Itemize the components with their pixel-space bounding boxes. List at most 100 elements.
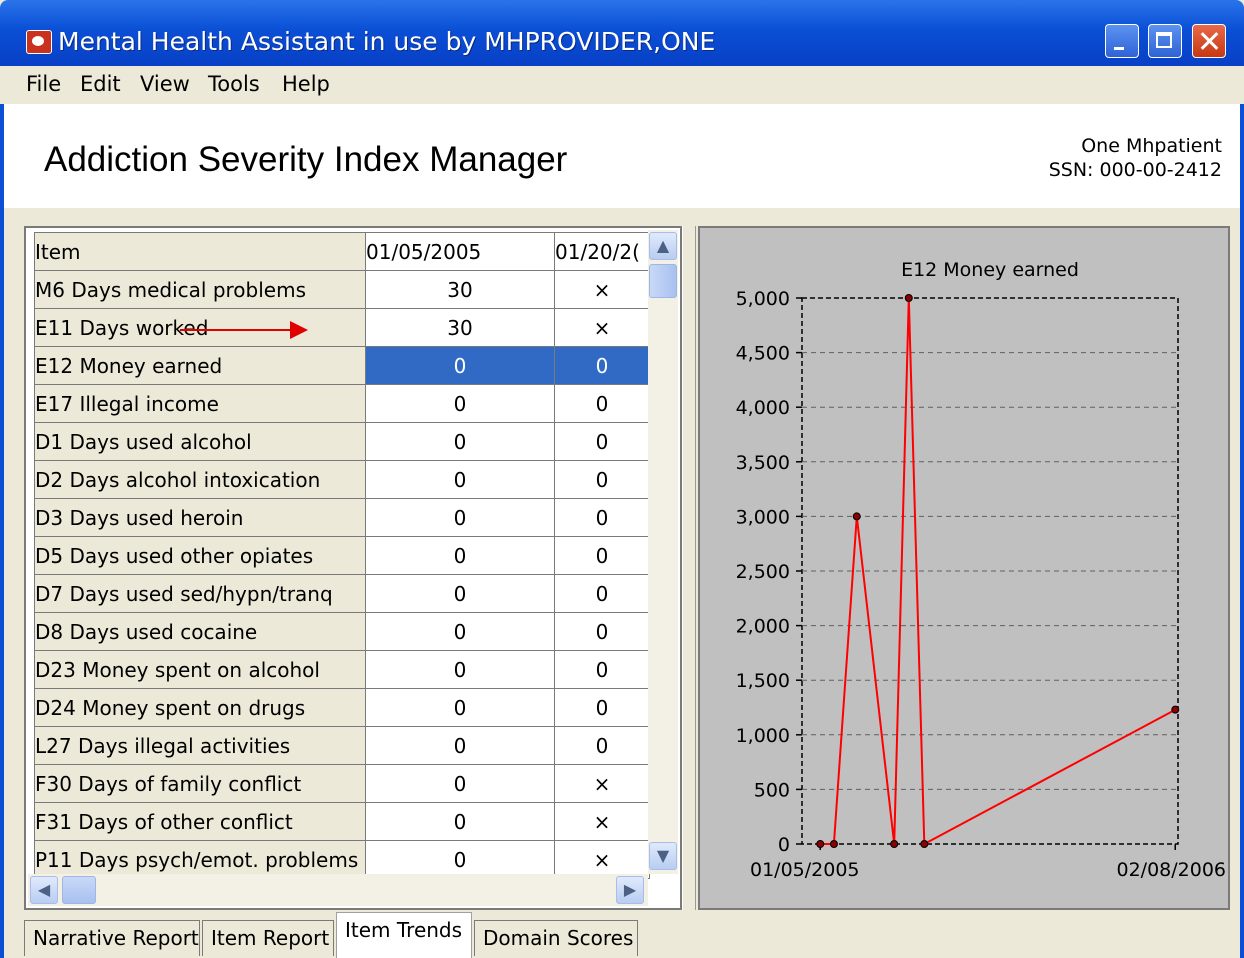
window-frame-left	[0, 104, 4, 958]
tab-item-report[interactable]: Item Report	[202, 920, 334, 956]
cell-date-2[interactable]: 0	[554, 650, 650, 689]
series-line	[820, 297, 1176, 846]
cell-item[interactable]: D23 Money spent on alcohol	[34, 650, 366, 689]
column-header-date-1[interactable]: 01/05/2005	[365, 232, 555, 271]
cell-date-2[interactable]: 0	[554, 498, 650, 537]
cell-date-2[interactable]: 0	[554, 612, 650, 651]
title-bar: Mental Health Assistant in use by MHPROV…	[0, 0, 1244, 66]
cell-item[interactable]: E17 Illegal income	[34, 384, 366, 423]
page-title: Addiction Severity Index Manager	[44, 140, 568, 179]
cell-date-2[interactable]: 0	[554, 422, 650, 461]
cell-item[interactable]: D1 Days used alcohol	[34, 422, 366, 461]
minimize-button[interactable]	[1105, 24, 1139, 58]
table-row[interactable]: D8 Days used cocaine 0 0	[34, 612, 650, 651]
cell-date-1[interactable]: 0	[365, 688, 555, 727]
cell-item[interactable]: D5 Days used other opiates	[34, 536, 366, 575]
cell-date-1[interactable]: 0	[365, 460, 555, 499]
cell-date-2[interactable]: ×	[554, 764, 650, 803]
cell-date-2[interactable]: ×	[554, 270, 650, 309]
cell-date-2[interactable]: 0	[554, 688, 650, 727]
cell-item[interactable]: D7 Days used sed/hypn/tranq	[34, 574, 366, 613]
menu-help[interactable]: Help	[282, 72, 330, 96]
cell-date-1[interactable]: 0	[365, 574, 555, 613]
cell-date-1[interactable]: 0	[365, 802, 555, 841]
table-row[interactable]: D7 Days used sed/hypn/tranq 0 0	[34, 574, 650, 613]
y-tick-label: 2,000	[736, 616, 790, 638]
cell-item[interactable]: D24 Money spent on drugs	[34, 688, 366, 727]
table-row[interactable]: F31 Days of other conflict 0 ×	[34, 802, 650, 841]
menu-view[interactable]: View	[140, 72, 190, 96]
table-row[interactable]: M6 Days medical problems 30 ×	[34, 270, 650, 309]
cell-date-2[interactable]: 0	[554, 346, 650, 385]
cell-date-1[interactable]: 0	[365, 840, 555, 879]
pane-splitter[interactable]	[682, 226, 696, 910]
tab-narrative-report[interactable]: Narrative Report	[24, 920, 200, 956]
scroll-up-button[interactable]: ▲	[649, 232, 677, 260]
cell-item[interactable]: D8 Days used cocaine	[34, 612, 366, 651]
menu-edit[interactable]: Edit	[80, 72, 121, 96]
table-row[interactable]: L27 Days illegal activities 0 0	[34, 726, 650, 765]
table-row[interactable]: D3 Days used heroin 0 0	[34, 498, 650, 537]
tab-strip: Narrative Report Item Report Item Trends…	[4, 910, 1240, 958]
scroll-right-button[interactable]: ▶	[616, 876, 644, 904]
cell-item[interactable]: E12 Money earned	[34, 346, 366, 385]
column-header-item[interactable]: Item	[34, 232, 366, 271]
cell-date-2[interactable]: 0	[554, 460, 650, 499]
app-icon[interactable]	[26, 30, 52, 54]
tab-domain-scores[interactable]: Domain Scores	[474, 920, 638, 956]
menu-tools[interactable]: Tools	[208, 72, 260, 96]
table-row[interactable]: E12 Money earned 0 0	[34, 346, 650, 385]
table-row[interactable]: E11 Days worked 30 ×	[34, 308, 650, 347]
cell-item[interactable]: E11 Days worked	[34, 308, 366, 347]
cell-date-2[interactable]: 0	[554, 384, 650, 423]
table-row[interactable]: D5 Days used other opiates 0 0	[34, 536, 650, 575]
cell-date-2[interactable]: 0	[554, 726, 650, 765]
cell-date-1[interactable]: 30	[365, 270, 555, 309]
column-header-date-2[interactable]: 01/20/2(	[554, 232, 650, 271]
table-row[interactable]: P11 Days psych/emot. problems 0 ×	[34, 840, 650, 879]
cell-date-1[interactable]: 0	[365, 536, 555, 575]
menu-file[interactable]: File	[26, 72, 61, 96]
scroll-down-button[interactable]: ▼	[649, 842, 677, 870]
cell-item[interactable]: D2 Days alcohol intoxication	[34, 460, 366, 499]
window-title: Mental Health Assistant in use by MHPROV…	[58, 27, 716, 56]
y-tick-label: 1,500	[736, 670, 790, 692]
cell-item[interactable]: L27 Days illegal activities	[34, 726, 366, 765]
cell-date-2[interactable]: ×	[554, 840, 650, 879]
table-row[interactable]: E17 Illegal income 0 0	[34, 384, 650, 423]
cell-date-1[interactable]: 0	[365, 498, 555, 537]
data-point	[816, 840, 825, 848]
table-row[interactable]: D1 Days used alcohol 0 0	[34, 422, 650, 461]
cell-date-1[interactable]: 0	[365, 726, 555, 765]
cell-item[interactable]: F30 Days of family conflict	[34, 764, 366, 803]
cell-date-2[interactable]: ×	[554, 802, 650, 841]
table-row[interactable]: D2 Days alcohol intoxication 0 0	[34, 460, 650, 499]
cell-date-1[interactable]: 0	[365, 346, 555, 385]
vertical-scrollbar[interactable]: ▲ ▼	[648, 230, 678, 874]
y-tick-label: 4,000	[736, 397, 790, 419]
maximize-button[interactable]	[1148, 24, 1182, 58]
table-row[interactable]: D24 Money spent on drugs 0 0	[34, 688, 650, 727]
cell-date-1[interactable]: 0	[365, 384, 555, 423]
cell-date-1[interactable]: 0	[365, 422, 555, 461]
table-row[interactable]: F30 Days of family conflict 0 ×	[34, 764, 650, 803]
close-button[interactable]	[1192, 24, 1226, 58]
horizontal-scrollbar[interactable]: ◀ ▶	[28, 874, 648, 906]
cell-date-1[interactable]: 0	[365, 650, 555, 689]
cell-date-1[interactable]: 30	[365, 308, 555, 347]
data-point	[920, 840, 929, 848]
cell-item[interactable]: D3 Days used heroin	[34, 498, 366, 537]
cell-item[interactable]: P11 Days psych/emot. problems	[34, 840, 366, 879]
vertical-scroll-thumb[interactable]	[649, 264, 677, 298]
cell-date-2[interactable]: 0	[554, 574, 650, 613]
horizontal-scroll-thumb[interactable]	[62, 876, 96, 904]
cell-date-1[interactable]: 0	[365, 764, 555, 803]
tab-item-trends[interactable]: Item Trends	[336, 912, 472, 958]
table-row[interactable]: D23 Money spent on alcohol 0 0	[34, 650, 650, 689]
cell-date-2[interactable]: 0	[554, 536, 650, 575]
scroll-left-button[interactable]: ◀	[30, 876, 58, 904]
cell-date-2[interactable]: ×	[554, 308, 650, 347]
cell-item[interactable]: M6 Days medical problems	[34, 270, 366, 309]
cell-date-1[interactable]: 0	[365, 612, 555, 651]
cell-item[interactable]: F31 Days of other conflict	[34, 802, 366, 841]
